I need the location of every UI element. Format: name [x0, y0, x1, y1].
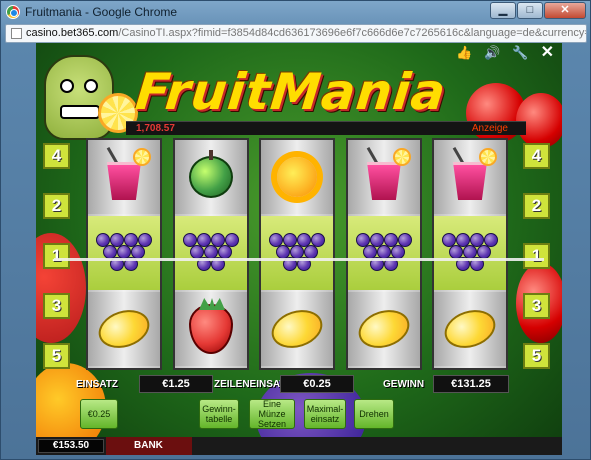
sun-symbol — [263, 143, 331, 211]
reel-cell — [261, 140, 333, 214]
apple-symbol — [189, 150, 233, 198]
title-bar: Fruitmania - Google Chrome ▁ □ ✕ — [1, 1, 590, 23]
speaker-icon[interactable]: 🔊 — [484, 43, 500, 63]
grapes-symbol — [183, 233, 239, 273]
balance-value: €153.50 — [38, 439, 104, 453]
reel-cell — [261, 216, 333, 290]
bet-one-button[interactable]: Eine Münze Setzen — [249, 399, 295, 429]
payline-marker-right[interactable]: 5 — [523, 343, 550, 369]
reel-cell — [434, 140, 506, 214]
reel-cell — [175, 216, 247, 290]
reel-cell — [175, 140, 247, 214]
zeileneinsatz-value: €0.25 — [280, 375, 354, 393]
anzeige-link[interactable]: Anzeige — [472, 122, 508, 136]
info-strip: 1,708.57 Anzeige — [126, 121, 526, 135]
paytable-button[interactable]: Gewinn-tabelle — [199, 399, 239, 429]
payline-marker-left[interactable]: 4 — [43, 143, 70, 169]
payline-marker-right[interactable]: 1 — [523, 243, 550, 269]
drink-symbol — [103, 146, 151, 202]
reel-cell — [348, 216, 420, 290]
maximize-button[interactable]: □ — [517, 2, 543, 19]
balance-bar: €153.50 BANK — [36, 437, 562, 455]
browser-window: Fruitmania - Google Chrome ▁ □ ✕ casino.… — [0, 0, 591, 460]
mascot-mouth — [60, 105, 100, 119]
reel-2 — [173, 138, 249, 370]
payline-marker-left[interactable]: 5 — [43, 343, 70, 369]
reel-cell — [175, 292, 247, 366]
reel-1 — [86, 138, 162, 370]
grapes-symbol — [356, 233, 412, 273]
reel-cell — [261, 292, 333, 366]
game-logo: FruitMania — [132, 63, 449, 121]
mascot-eye — [60, 79, 74, 93]
reels — [86, 138, 512, 370]
payline-marker-right[interactable]: 4 — [523, 143, 550, 169]
payline-marker-left[interactable]: 2 — [43, 193, 70, 219]
gewinn-label: GEWINN — [383, 379, 425, 390]
window-controls: ▁ □ ✕ — [490, 2, 586, 19]
close-window-button[interactable]: ✕ — [544, 2, 586, 19]
payline-marker-left[interactable]: 3 — [43, 293, 70, 319]
reel-cell — [434, 216, 506, 290]
reel-cell — [434, 292, 506, 366]
payline-marker-right[interactable]: 2 — [523, 193, 550, 219]
grapes-symbol — [269, 233, 325, 273]
spin-button[interactable]: Drehen — [354, 399, 394, 429]
reel-cell — [348, 140, 420, 214]
drink-symbol — [449, 146, 497, 202]
einsatz-value: €1.25 — [139, 375, 213, 393]
close-icon[interactable]: ✕ — [541, 43, 554, 63]
reel-5 — [432, 138, 508, 370]
drink-symbol — [363, 146, 411, 202]
url-host: casino.bet365.com — [26, 27, 119, 39]
wrench-icon[interactable]: 🔧 — [512, 43, 528, 63]
bank-button[interactable]: BANK — [106, 437, 192, 455]
thumbs-up-icon[interactable]: 👍 — [456, 43, 472, 63]
reel-cell — [88, 140, 160, 214]
mascot-eye — [84, 79, 98, 93]
url-path: /CasinoTI.aspx?fimid=f3854d84cd636173696… — [118, 27, 586, 39]
minimize-button[interactable]: ▁ — [490, 2, 516, 19]
chrome-icon — [6, 5, 20, 19]
reel-cell — [88, 292, 160, 366]
address-bar[interactable]: casino.bet365.com/CasinoTI.aspx?fimid=f3… — [5, 24, 587, 43]
game-area: FruitMania 1,708.57 Anzeige 👍 🔊 🔧 ✕ 4 2 … — [36, 43, 562, 455]
game-toolbar: 👍 🔊 🔧 ✕ — [456, 43, 562, 63]
payline-marker-left[interactable]: 1 — [43, 243, 70, 269]
reel-cell — [88, 216, 160, 290]
active-payline — [54, 258, 544, 261]
jackpot-value: 1,708.57 — [136, 123, 175, 134]
mascot-character — [44, 55, 138, 140]
max-bet-button[interactable]: Maximal-einsatz — [304, 399, 346, 429]
reel-3 — [259, 138, 335, 370]
gewinn-value: €131.25 — [433, 375, 509, 393]
page-icon — [11, 28, 22, 39]
reel-4 — [346, 138, 422, 370]
payline-marker-right[interactable]: 3 — [523, 293, 550, 319]
grapes-symbol — [96, 233, 152, 273]
grapes-symbol — [442, 233, 498, 273]
window-title: Fruitmania - Google Chrome — [25, 5, 178, 19]
reel-cell — [348, 292, 420, 366]
coin-value-button[interactable]: €0.25 — [80, 399, 118, 429]
einsatz-label: EINSATZ — [76, 379, 119, 390]
